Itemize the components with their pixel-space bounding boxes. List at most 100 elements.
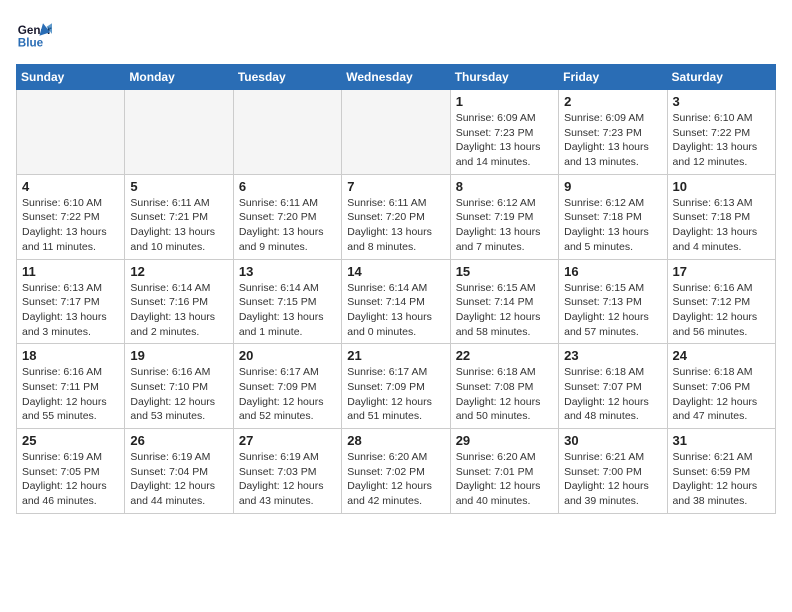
day-number: 24	[673, 348, 770, 363]
day-number: 6	[239, 179, 336, 194]
weekday-header-sunday: Sunday	[17, 65, 125, 90]
calendar-cell: 28 Sunrise: 6:20 AMSunset: 7:02 PMDayligh…	[342, 429, 450, 514]
calendar-cell: 31 Sunrise: 6:21 AMSunset: 6:59 PMDayligh…	[667, 429, 775, 514]
day-number: 11	[22, 264, 119, 279]
calendar-cell: 17 Sunrise: 6:16 AMSunset: 7:12 PMDayligh…	[667, 259, 775, 344]
day-info: Sunrise: 6:18 AMSunset: 7:06 PMDaylight:…	[673, 365, 770, 424]
calendar-cell: 12 Sunrise: 6:14 AMSunset: 7:16 PMDayligh…	[125, 259, 233, 344]
calendar-cell: 6 Sunrise: 6:11 AMSunset: 7:20 PMDaylight…	[233, 174, 341, 259]
calendar-cell	[233, 90, 341, 175]
day-info: Sunrise: 6:20 AMSunset: 7:01 PMDaylight:…	[456, 450, 553, 509]
day-info: Sunrise: 6:21 AMSunset: 7:00 PMDaylight:…	[564, 450, 661, 509]
calendar-cell: 24 Sunrise: 6:18 AMSunset: 7:06 PMDayligh…	[667, 344, 775, 429]
calendar-week-5: 25 Sunrise: 6:19 AMSunset: 7:05 PMDayligh…	[17, 429, 776, 514]
day-info: Sunrise: 6:10 AMSunset: 7:22 PMDaylight:…	[22, 196, 119, 255]
day-info: Sunrise: 6:19 AMSunset: 7:03 PMDaylight:…	[239, 450, 336, 509]
calendar-cell	[17, 90, 125, 175]
calendar-cell: 15 Sunrise: 6:15 AMSunset: 7:14 PMDayligh…	[450, 259, 558, 344]
calendar-cell: 9 Sunrise: 6:12 AMSunset: 7:18 PMDaylight…	[559, 174, 667, 259]
day-info: Sunrise: 6:09 AMSunset: 7:23 PMDaylight:…	[456, 111, 553, 170]
day-number: 25	[22, 433, 119, 448]
weekday-header-tuesday: Tuesday	[233, 65, 341, 90]
day-number: 22	[456, 348, 553, 363]
weekday-header-saturday: Saturday	[667, 65, 775, 90]
day-info: Sunrise: 6:14 AMSunset: 7:15 PMDaylight:…	[239, 281, 336, 340]
day-info: Sunrise: 6:11 AMSunset: 7:20 PMDaylight:…	[347, 196, 444, 255]
day-info: Sunrise: 6:21 AMSunset: 6:59 PMDaylight:…	[673, 450, 770, 509]
day-info: Sunrise: 6:17 AMSunset: 7:09 PMDaylight:…	[347, 365, 444, 424]
day-info: Sunrise: 6:13 AMSunset: 7:17 PMDaylight:…	[22, 281, 119, 340]
day-number: 19	[130, 348, 227, 363]
day-number: 28	[347, 433, 444, 448]
day-number: 30	[564, 433, 661, 448]
calendar-cell	[342, 90, 450, 175]
calendar-table: SundayMondayTuesdayWednesdayThursdayFrid…	[16, 64, 776, 514]
day-info: Sunrise: 6:19 AMSunset: 7:04 PMDaylight:…	[130, 450, 227, 509]
day-number: 1	[456, 94, 553, 109]
day-info: Sunrise: 6:14 AMSunset: 7:16 PMDaylight:…	[130, 281, 227, 340]
day-number: 14	[347, 264, 444, 279]
calendar-cell: 25 Sunrise: 6:19 AMSunset: 7:05 PMDayligh…	[17, 429, 125, 514]
day-number: 15	[456, 264, 553, 279]
day-info: Sunrise: 6:10 AMSunset: 7:22 PMDaylight:…	[673, 111, 770, 170]
day-info: Sunrise: 6:12 AMSunset: 7:19 PMDaylight:…	[456, 196, 553, 255]
day-info: Sunrise: 6:13 AMSunset: 7:18 PMDaylight:…	[673, 196, 770, 255]
calendar-cell: 27 Sunrise: 6:19 AMSunset: 7:03 PMDayligh…	[233, 429, 341, 514]
day-number: 10	[673, 179, 770, 194]
day-number: 13	[239, 264, 336, 279]
calendar-cell: 11 Sunrise: 6:13 AMSunset: 7:17 PMDayligh…	[17, 259, 125, 344]
day-info: Sunrise: 6:16 AMSunset: 7:11 PMDaylight:…	[22, 365, 119, 424]
day-number: 29	[456, 433, 553, 448]
day-number: 3	[673, 94, 770, 109]
calendar-cell: 19 Sunrise: 6:16 AMSunset: 7:10 PMDayligh…	[125, 344, 233, 429]
weekday-header-monday: Monday	[125, 65, 233, 90]
calendar-cell: 16Sunrise: 6:15 AMSunset: 7:13 PMDayligh…	[559, 259, 667, 344]
calendar-cell: 1 Sunrise: 6:09 AMSunset: 7:23 PMDaylight…	[450, 90, 558, 175]
day-info: Sunrise: 6:11 AMSunset: 7:20 PMDaylight:…	[239, 196, 336, 255]
day-number: 4	[22, 179, 119, 194]
day-info: Sunrise: 6:20 AMSunset: 7:02 PMDaylight:…	[347, 450, 444, 509]
logo-icon: General Blue	[16, 16, 52, 52]
svg-text:Blue: Blue	[18, 37, 44, 50]
weekday-header-friday: Friday	[559, 65, 667, 90]
calendar-cell: 29 Sunrise: 6:20 AMSunset: 7:01 PMDayligh…	[450, 429, 558, 514]
calendar-cell: 5Sunrise: 6:11 AMSunset: 7:21 PMDaylight…	[125, 174, 233, 259]
day-number: 9	[564, 179, 661, 194]
day-number: 12	[130, 264, 227, 279]
calendar-cell: 2Sunrise: 6:09 AMSunset: 7:23 PMDaylight…	[559, 90, 667, 175]
calendar-cell: 22Sunrise: 6:18 AMSunset: 7:08 PMDayligh…	[450, 344, 558, 429]
day-number: 23	[564, 348, 661, 363]
day-number: 7	[347, 179, 444, 194]
day-number: 17	[673, 264, 770, 279]
calendar-week-3: 11 Sunrise: 6:13 AMSunset: 7:17 PMDayligh…	[17, 259, 776, 344]
calendar-cell: 8Sunrise: 6:12 AMSunset: 7:19 PMDaylight…	[450, 174, 558, 259]
weekday-header-wednesday: Wednesday	[342, 65, 450, 90]
day-info: Sunrise: 6:09 AMSunset: 7:23 PMDaylight:…	[564, 111, 661, 170]
day-info: Sunrise: 6:16 AMSunset: 7:10 PMDaylight:…	[130, 365, 227, 424]
calendar-cell: 7 Sunrise: 6:11 AMSunset: 7:20 PMDaylight…	[342, 174, 450, 259]
calendar-cell: 20Sunrise: 6:17 AMSunset: 7:09 PMDayligh…	[233, 344, 341, 429]
calendar-cell: 21Sunrise: 6:17 AMSunset: 7:09 PMDayligh…	[342, 344, 450, 429]
weekday-header-thursday: Thursday	[450, 65, 558, 90]
day-info: Sunrise: 6:16 AMSunset: 7:12 PMDaylight:…	[673, 281, 770, 340]
day-number: 16	[564, 264, 661, 279]
day-info: Sunrise: 6:11 AMSunset: 7:21 PMDaylight:…	[130, 196, 227, 255]
weekday-header-row: SundayMondayTuesdayWednesdayThursdayFrid…	[17, 65, 776, 90]
logo: General Blue	[16, 16, 52, 52]
calendar-cell: 23 Sunrise: 6:18 AMSunset: 7:07 PMDayligh…	[559, 344, 667, 429]
calendar-cell: 30 Sunrise: 6:21 AMSunset: 7:00 PMDayligh…	[559, 429, 667, 514]
day-number: 31	[673, 433, 770, 448]
calendar-cell: 14 Sunrise: 6:14 AMSunset: 7:14 PMDayligh…	[342, 259, 450, 344]
day-number: 27	[239, 433, 336, 448]
day-info: Sunrise: 6:15 AMSunset: 7:14 PMDaylight:…	[456, 281, 553, 340]
calendar-cell	[125, 90, 233, 175]
day-info: Sunrise: 6:14 AMSunset: 7:14 PMDaylight:…	[347, 281, 444, 340]
calendar-cell: 4 Sunrise: 6:10 AMSunset: 7:22 PMDaylight…	[17, 174, 125, 259]
day-info: Sunrise: 6:18 AMSunset: 7:07 PMDaylight:…	[564, 365, 661, 424]
day-number: 20	[239, 348, 336, 363]
day-number: 26	[130, 433, 227, 448]
day-info: Sunrise: 6:12 AMSunset: 7:18 PMDaylight:…	[564, 196, 661, 255]
day-info: Sunrise: 6:19 AMSunset: 7:05 PMDaylight:…	[22, 450, 119, 509]
calendar-cell: 18Sunrise: 6:16 AMSunset: 7:11 PMDayligh…	[17, 344, 125, 429]
calendar-cell: 26 Sunrise: 6:19 AMSunset: 7:04 PMDayligh…	[125, 429, 233, 514]
